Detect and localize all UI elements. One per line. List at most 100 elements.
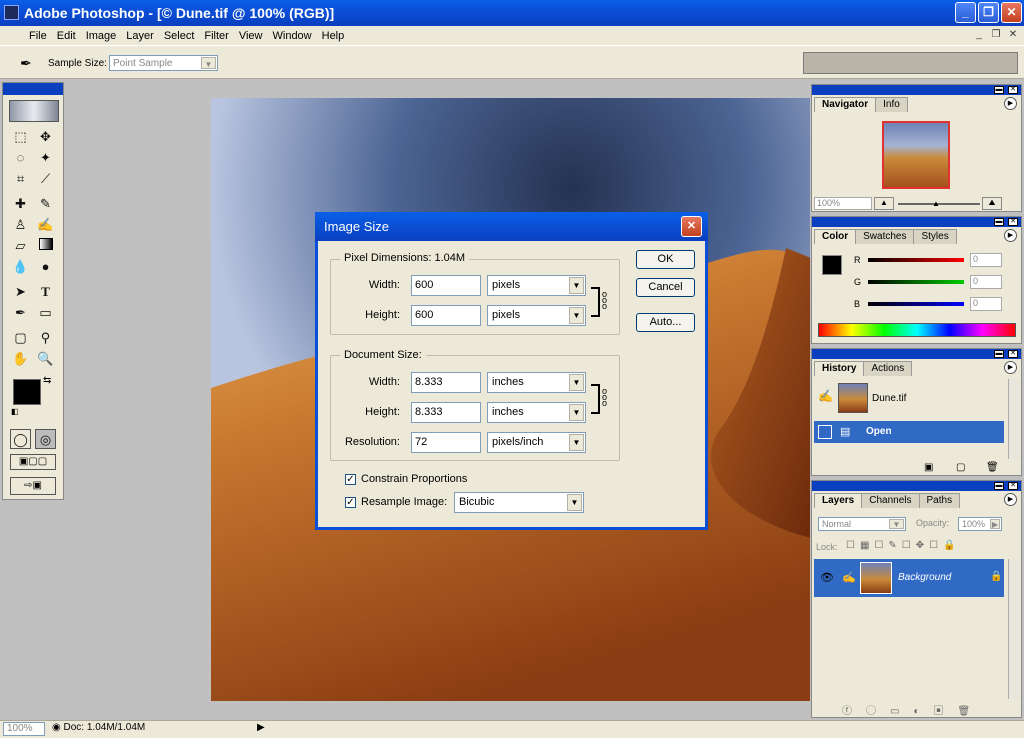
constrain-proportions-label[interactable]: Constrain Proportions [361, 473, 467, 485]
screen-mode-icons[interactable]: ▣▢▢ [10, 454, 56, 470]
tab-styles[interactable]: Styles [913, 229, 957, 244]
resample-image-checkbox[interactable]: ✓ [345, 497, 356, 508]
panel-close-icon[interactable]: ✕ [1008, 218, 1018, 226]
slice-tool-icon[interactable]: ⟋ [35, 169, 56, 189]
status-zoom-field[interactable]: 100% [3, 722, 45, 736]
standard-mode-icon[interactable]: ◯ [10, 429, 31, 449]
tab-layers[interactable]: Layers [814, 493, 863, 508]
r-value-field[interactable]: 0 [970, 253, 1002, 267]
notes-tool-icon[interactable]: ▢ [10, 328, 31, 348]
menu-help[interactable]: Help [317, 30, 350, 42]
history-scrollbar[interactable] [1008, 379, 1020, 459]
menu-view[interactable]: View [234, 30, 268, 42]
quick-mask-icon[interactable]: ◎ [35, 429, 56, 449]
crop-tool-icon[interactable]: ⌗ [10, 169, 31, 189]
r-slider[interactable] [868, 258, 964, 262]
marquee-tool-icon[interactable]: ⬚ [10, 127, 31, 147]
navigator-zoom-field[interactable]: 100% [814, 197, 872, 210]
panel-minimize-icon[interactable]: ▬ [994, 482, 1004, 490]
tab-navigator[interactable]: Navigator [814, 97, 877, 112]
menu-window[interactable]: Window [268, 30, 317, 42]
resample-method-select[interactable]: Bicubic ▼ [454, 492, 584, 513]
tab-history[interactable]: History [814, 361, 865, 376]
color-spectrum-bar[interactable] [818, 323, 1016, 337]
trash-icon[interactable]: 🗑 [986, 462, 999, 473]
lasso-tool-icon[interactable]: ◌ [10, 148, 31, 168]
doc-height-input[interactable]: 8.333 [411, 402, 481, 423]
tab-info[interactable]: Info [875, 97, 908, 112]
px-height-input[interactable]: 600 [411, 305, 481, 326]
pen-tool-icon[interactable]: ✒ [10, 303, 31, 323]
resample-image-label[interactable]: Resample Image: [361, 496, 447, 508]
g-value-field[interactable]: 0 [970, 275, 1002, 289]
panel-close-icon[interactable]: ✕ [1008, 350, 1018, 358]
panel-menu-icon[interactable]: ▶ [1004, 97, 1017, 110]
eraser-tool-icon[interactable]: ▱ [10, 236, 31, 256]
layer-action-icons[interactable]: ⓕ◯▭◐▣🗑 [842, 702, 984, 717]
status-menu-arrow-icon[interactable]: ▶ [257, 722, 265, 733]
snapshot-thumbnail[interactable] [838, 383, 868, 413]
clone-stamp-icon[interactable]: ♙ [10, 215, 31, 235]
zoom-in-icon[interactable]: ⛰ [982, 197, 1002, 210]
zoom-out-icon[interactable]: ▲ [874, 197, 894, 210]
status-doc-info[interactable]: ◉ Doc: 1.04M/1.04M [52, 722, 145, 733]
photoshop-app-icon[interactable] [4, 5, 19, 20]
swap-colors-icon[interactable]: ⇆ [43, 375, 51, 386]
dodge-tool-icon[interactable]: ● [35, 257, 56, 277]
menu-file[interactable]: File [24, 30, 52, 42]
resolution-unit-select[interactable]: pixels/inch ▼ [487, 432, 586, 453]
color-title-bar[interactable] [812, 217, 1021, 227]
menu-select[interactable]: Select [159, 30, 200, 42]
path-selection-icon[interactable]: ➤ [10, 282, 31, 302]
menu-image[interactable]: Image [81, 30, 122, 42]
toolbox-title-bar[interactable] [3, 83, 63, 95]
tab-channels[interactable]: Channels [861, 493, 920, 508]
panel-menu-icon[interactable]: ▶ [1004, 361, 1017, 374]
adobe-online-icon[interactable] [9, 100, 59, 122]
layer-background-row[interactable]: 👁 ✍ Background 🔒 [814, 559, 1004, 597]
snapshot-name[interactable]: Dune.tif [872, 393, 906, 404]
eyedropper-icon[interactable]: ✒ [20, 55, 32, 72]
minimize-button[interactable]: _ [955, 2, 976, 23]
panel-menu-icon[interactable]: ▶ [1004, 493, 1017, 506]
type-tool-icon[interactable]: T [35, 282, 56, 302]
layers-scrollbar[interactable] [1008, 559, 1020, 699]
sample-size-select[interactable]: Point Sample ▼ [109, 55, 218, 71]
resolution-input[interactable]: 72 [411, 432, 481, 453]
close-button[interactable]: ✕ [1001, 2, 1022, 23]
eyedropper-tool-icon[interactable]: ⚲ [35, 328, 56, 348]
palette-well[interactable] [803, 52, 1018, 74]
color-foreground-swatch[interactable] [822, 255, 842, 275]
menu-edit[interactable]: Edit [52, 30, 81, 42]
panel-close-icon[interactable]: ✕ [1008, 482, 1018, 490]
layer-name[interactable]: Background [898, 572, 951, 583]
ok-button[interactable]: OK [636, 250, 695, 269]
panel-menu-icon[interactable]: ▶ [1004, 229, 1017, 242]
window-title-bar[interactable]: Adobe Photoshop - [© Dune.tif @ 100% (RG… [0, 0, 1024, 26]
doc-close-button[interactable]: ✕ [1006, 29, 1020, 42]
g-slider[interactable] [868, 280, 964, 284]
foreground-color-swatch[interactable] [13, 379, 41, 405]
opacity-field[interactable]: 100% ▶ [958, 517, 1002, 531]
px-width-unit-select[interactable]: pixels ▼ [487, 275, 586, 296]
panel-minimize-icon[interactable]: ▬ [994, 86, 1004, 94]
new-document-icon[interactable]: ▣ [924, 462, 933, 473]
b-value-field[interactable]: 0 [970, 297, 1002, 311]
blur-tool-icon[interactable]: 💧 [10, 257, 31, 277]
history-brush-icon[interactable]: ✍ [35, 215, 56, 235]
history-brush-source-icon[interactable]: ✍ [818, 389, 833, 403]
px-width-input[interactable]: 600 [411, 275, 481, 296]
gradient-tool-icon[interactable] [35, 236, 56, 256]
new-snapshot-icon[interactable]: ▢ [956, 462, 965, 473]
layer-thumbnail[interactable] [860, 562, 892, 594]
blend-mode-select[interactable]: Normal ▼ [818, 517, 906, 531]
tab-actions[interactable]: Actions [863, 361, 913, 376]
eye-icon[interactable]: 👁 [820, 571, 834, 584]
panel-minimize-icon[interactable]: ▬ [994, 218, 1004, 226]
layer-brush-icon[interactable]: ✍ [842, 571, 856, 584]
doc-width-unit-select[interactable]: inches ▼ [487, 372, 586, 393]
dialog-close-button[interactable]: ✕ [681, 216, 702, 237]
doc-restore-button[interactable]: ❐ [989, 29, 1003, 42]
brush-tool-icon[interactable]: ✎ [35, 194, 56, 214]
px-height-unit-select[interactable]: pixels ▼ [487, 305, 586, 326]
